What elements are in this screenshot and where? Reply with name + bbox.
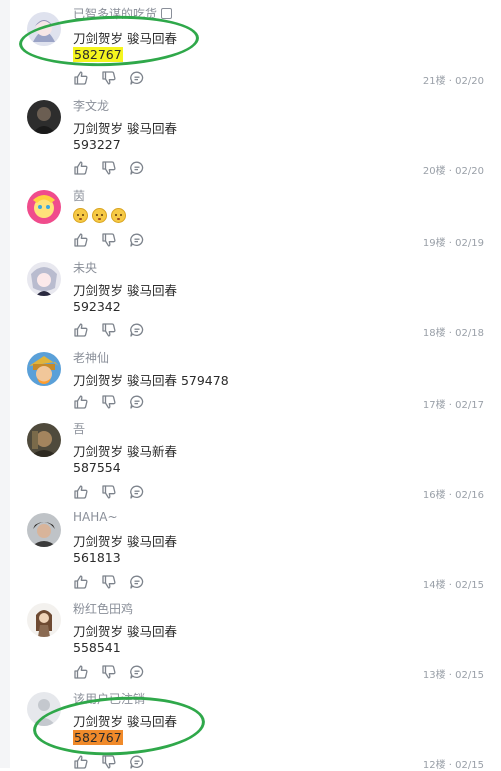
username[interactable]: 吾 bbox=[73, 420, 85, 437]
comment-actions bbox=[73, 232, 145, 248]
reply-bubble-icon[interactable] bbox=[129, 70, 145, 86]
comment-text: 刀剑贺岁 骏马回春 bbox=[73, 31, 177, 46]
avatar[interactable] bbox=[27, 190, 61, 224]
avatar[interactable] bbox=[27, 603, 61, 637]
thumbs-down-icon[interactable] bbox=[101, 664, 117, 680]
comment-actions bbox=[73, 484, 145, 500]
thumbs-up-icon[interactable] bbox=[73, 70, 89, 86]
thumbs-down-icon[interactable] bbox=[101, 232, 117, 248]
thumbs-up-icon[interactable] bbox=[73, 232, 89, 248]
badge-icon bbox=[161, 8, 173, 19]
left-rail bbox=[0, 0, 10, 768]
floor-date: 18楼 · 02/18 bbox=[422, 328, 484, 339]
comment-text: 刀剑贺岁 骏马新春 bbox=[73, 444, 177, 459]
username[interactable]: HAHA~ bbox=[73, 510, 118, 524]
highlighted-code: 582767 bbox=[73, 47, 123, 62]
comment-actions bbox=[73, 664, 145, 680]
avatar[interactable] bbox=[27, 352, 61, 386]
avatar[interactable] bbox=[27, 262, 61, 296]
thumbs-down-icon[interactable] bbox=[101, 484, 117, 500]
comment-code: 582767 bbox=[73, 730, 123, 745]
thumbs-up-icon[interactable] bbox=[73, 322, 89, 338]
avatar[interactable] bbox=[27, 692, 61, 726]
avatar[interactable] bbox=[27, 423, 61, 457]
comment-actions bbox=[73, 394, 145, 410]
username[interactable]: 李文龙 bbox=[73, 97, 109, 114]
comment-text: 刀剑贺岁 骏马回春 579478 bbox=[73, 373, 229, 388]
thumbs-down-icon[interactable] bbox=[101, 70, 117, 86]
emoji-icon bbox=[111, 208, 126, 223]
floor-date: 20楼 · 02/20 bbox=[422, 166, 484, 177]
floor-date: 12楼 · 02/15 bbox=[422, 760, 484, 771]
thumbs-down-icon[interactable] bbox=[101, 322, 117, 338]
username[interactable]: 未央 bbox=[73, 259, 97, 276]
comment-text: 558541 bbox=[73, 640, 121, 655]
floor-date: 19楼 · 02/19 bbox=[422, 238, 484, 249]
thumbs-up-icon[interactable] bbox=[73, 394, 89, 410]
reply-bubble-icon[interactable] bbox=[129, 322, 145, 338]
floor-date: 16楼 · 02/16 bbox=[422, 490, 484, 501]
comment-text: 刀剑贺岁 骏马回春 bbox=[73, 121, 177, 136]
floor-date: 14楼 · 02/15 bbox=[422, 580, 484, 591]
reply-bubble-icon[interactable] bbox=[129, 484, 145, 500]
username[interactable]: 粉红色田鸡 bbox=[73, 600, 133, 617]
comment-text: 刀剑贺岁 骏马回春 bbox=[73, 714, 177, 729]
avatar[interactable] bbox=[27, 100, 61, 134]
comment-text: 刀剑贺岁 骏马回春 bbox=[73, 624, 177, 639]
reply-bubble-icon[interactable] bbox=[129, 664, 145, 680]
floor-date: 17楼 · 02/17 bbox=[422, 400, 484, 411]
thumbs-up-icon[interactable] bbox=[73, 160, 89, 176]
emoji-icon bbox=[92, 208, 107, 223]
username[interactable]: 该用户已注销 bbox=[73, 690, 145, 707]
thumbs-up-icon[interactable] bbox=[73, 484, 89, 500]
comment-actions bbox=[73, 322, 145, 338]
reply-bubble-icon[interactable] bbox=[129, 394, 145, 410]
username[interactable]: 茵 bbox=[73, 187, 85, 204]
highlighted-code: 582767 bbox=[73, 730, 123, 745]
username[interactable]: 老神仙 bbox=[73, 349, 109, 366]
thumbs-up-icon[interactable] bbox=[73, 664, 89, 680]
username[interactable]: 已智多谋的吃货 bbox=[73, 5, 173, 22]
thumbs-down-icon[interactable] bbox=[101, 574, 117, 590]
floor-date: 13楼 · 02/15 bbox=[422, 670, 484, 681]
reply-bubble-icon[interactable] bbox=[129, 574, 145, 590]
emoji-row bbox=[73, 207, 130, 223]
thumbs-down-icon[interactable] bbox=[101, 160, 117, 176]
comment-actions bbox=[73, 574, 145, 590]
comment-code: 582767 bbox=[73, 47, 123, 62]
emoji-icon bbox=[73, 208, 88, 223]
reply-bubble-icon[interactable] bbox=[129, 232, 145, 248]
avatar[interactable] bbox=[27, 513, 61, 547]
floor-date: 21楼 · 02/20 bbox=[422, 76, 484, 87]
reply-bubble-icon[interactable] bbox=[129, 160, 145, 176]
comment-text: 561813 bbox=[73, 550, 121, 565]
comment-text: 592342 bbox=[73, 299, 121, 314]
comment-actions bbox=[73, 160, 145, 176]
comment-text: 593227 bbox=[73, 137, 121, 152]
comment-actions bbox=[73, 70, 145, 86]
comment-text: 587554 bbox=[73, 460, 121, 475]
avatar[interactable] bbox=[27, 12, 61, 46]
thumbs-up-icon[interactable] bbox=[73, 574, 89, 590]
comment-text: 刀剑贺岁 骏马回春 bbox=[73, 283, 177, 298]
thumbs-down-icon[interactable] bbox=[101, 394, 117, 410]
comment-text: 刀剑贺岁 骏马回春 bbox=[73, 534, 177, 549]
